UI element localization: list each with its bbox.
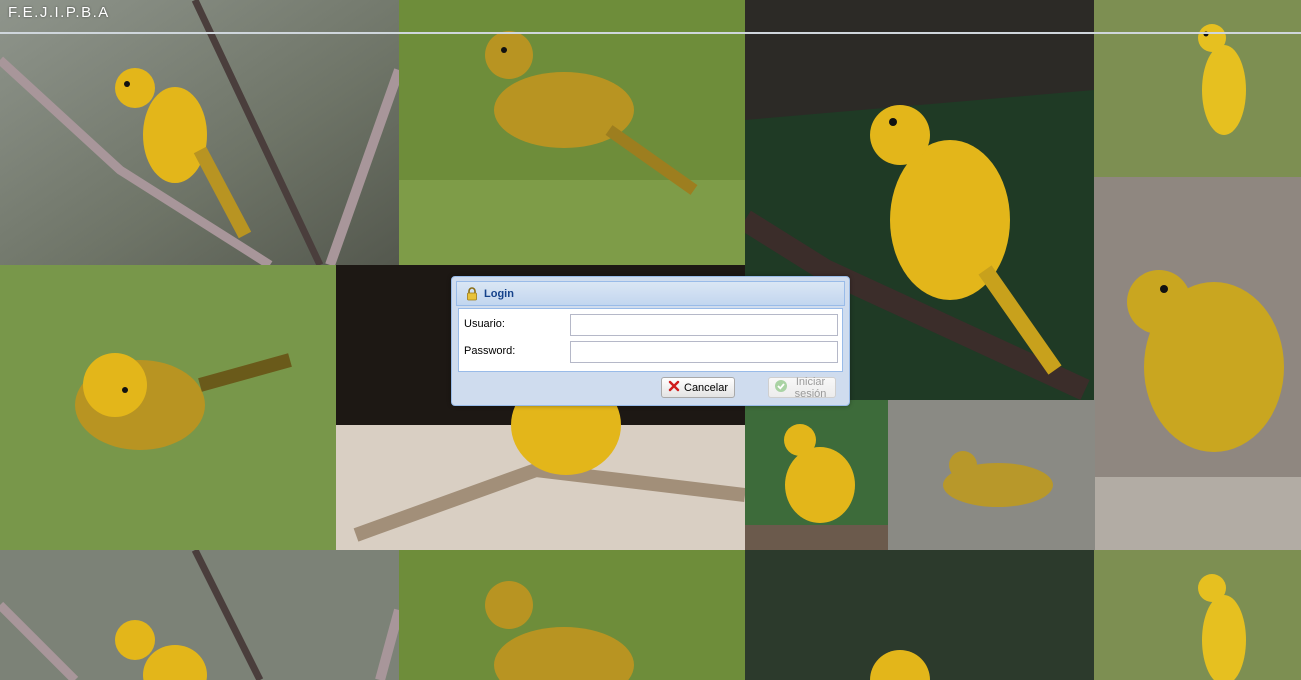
photo-finch-on-grass-repeat	[399, 550, 745, 680]
password-input[interactable]	[570, 341, 838, 363]
login-footer: Cancelar Iniciar sesión	[458, 373, 843, 401]
login-form: Usuario: Password:	[458, 308, 843, 372]
lock-icon	[465, 287, 479, 301]
username-label: Usuario:	[464, 318, 505, 330]
cancel-button[interactable]: Cancelar	[661, 377, 735, 398]
photo-finch-tall-grass-repeat	[1094, 550, 1301, 680]
photo-finch-on-gravel	[888, 400, 1095, 550]
photo-finch-on-stone	[1094, 177, 1301, 550]
photo-finch-on-branch-repeat	[0, 550, 399, 680]
password-label: Password:	[464, 345, 516, 357]
login-button-label: Iniciar sesión	[794, 375, 827, 400]
cancel-button-label: Cancelar	[684, 381, 729, 394]
login-button[interactable]: Iniciar sesión	[768, 375, 836, 400]
photo-finch-perched-small	[745, 400, 888, 550]
login-window-header[interactable]: Login	[456, 281, 845, 306]
top-bar: F.E.J.I.P.B.A	[0, 0, 1301, 34]
red-x-icon	[667, 379, 681, 396]
check-icon	[774, 379, 788, 396]
login-window-title: Login	[484, 288, 514, 300]
username-input[interactable]	[570, 314, 838, 336]
photo-finch-on-grass	[399, 0, 745, 265]
brand-title: F.E.J.I.P.B.A	[8, 4, 110, 21]
login-window: Login Usuario: Password: Cancelar Inicia…	[451, 276, 850, 406]
photo-finch-on-branch	[0, 0, 399, 265]
photo-finch-in-grass-2	[0, 265, 336, 550]
photo-finch-dark-forest-repeat	[745, 550, 1094, 680]
